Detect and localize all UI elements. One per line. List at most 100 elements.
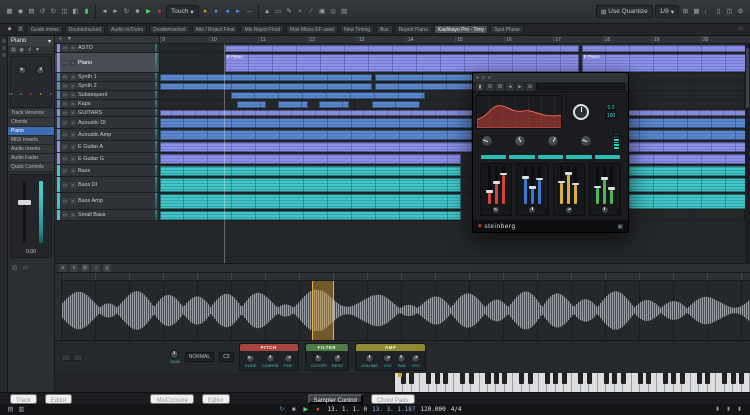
sampler-mode-button[interactable]: [61, 354, 71, 361]
status-stop-icon[interactable]: ■: [289, 404, 298, 415]
black-key[interactable]: [460, 373, 465, 384]
waveform-display[interactable]: [62, 281, 750, 340]
erase-tool-icon[interactable]: ×: [296, 6, 305, 17]
mute-button[interactable]: m: [62, 182, 68, 188]
grid-type-icon[interactable]: ▦: [692, 6, 701, 17]
clip[interactable]: [225, 45, 579, 52]
track-list-entry[interactable]: msSynth 2: [55, 82, 160, 90]
workspace-segment[interactable]: Alts / Reject Final: [192, 25, 239, 34]
clip[interactable]: [319, 101, 349, 108]
track-list-entry[interactable]: msBass DI: [55, 177, 160, 192]
workspace-segment[interactable]: Guide mixes: [27, 25, 63, 34]
plugin-preset-prev-icon[interactable]: ◄: [506, 83, 514, 91]
fader-handle[interactable]: [18, 200, 31, 205]
mute-button[interactable]: m: [62, 198, 68, 204]
inspector-section-audio-fader[interactable]: Audio Fader: [8, 154, 54, 163]
solo-button[interactable]: s: [70, 182, 76, 188]
monitor-button[interactable]: ▸: [37, 88, 46, 99]
slider-cap[interactable]: [565, 172, 572, 175]
mute-button[interactable]: m: [62, 83, 68, 89]
editor-zoom-icon[interactable]: ◎: [103, 264, 111, 272]
scrollbar-handle[interactable]: [746, 48, 749, 108]
lfo-knob[interactable]: [411, 354, 420, 363]
workspace-segment[interactable]: Spot Phase: [490, 25, 524, 34]
solo-button[interactable]: s: [70, 110, 76, 116]
sampler-rootkey-box[interactable]: C3: [219, 352, 233, 362]
inspector-pan-knob[interactable]: [36, 66, 45, 75]
zoom-tool-icon[interactable]: ◎: [329, 6, 338, 17]
black-key[interactable]: [553, 373, 558, 384]
nudge-left-icon[interactable]: ◄: [223, 6, 232, 17]
midi-out-indicator[interactable]: ▮: [724, 404, 733, 415]
band-knob[interactable]: [492, 206, 500, 214]
track-list-entry[interactable]: msGUITARS: [55, 109, 160, 116]
glide-knob[interactable]: [246, 354, 255, 363]
inspector-section-audio-inserts[interactable]: Audio Inserts: [8, 145, 54, 154]
track-list-entry[interactable]: msBass: [55, 165, 160, 176]
band-slider[interactable]: [574, 166, 577, 204]
black-key[interactable]: [671, 373, 676, 384]
track-list-entry[interactable]: msASTO: [55, 44, 160, 52]
color-tool-icon[interactable]: ▨: [340, 6, 349, 17]
band-slider[interactable]: [495, 166, 498, 204]
clip[interactable]: [160, 110, 747, 116]
plugin-read-icon[interactable]: R: [486, 83, 494, 91]
clip[interactable]: [231, 92, 426, 99]
black-key[interactable]: [722, 373, 727, 384]
status-play-icon[interactable]: ▶: [301, 404, 310, 415]
track-lane[interactable]: E PianoE Piano: [160, 53, 750, 72]
metronome-icon[interactable]: ♩: [703, 6, 712, 17]
band-knob[interactable]: [601, 206, 609, 214]
workspace-segment[interactable]: Max Mixes EF used: [286, 25, 338, 34]
track-lane[interactable]: [160, 117, 750, 128]
volume-knob[interactable]: [365, 354, 374, 363]
band-slider[interactable]: [538, 166, 541, 204]
slider-cap[interactable]: [493, 181, 500, 184]
cycle-icon[interactable]: ↻: [122, 6, 131, 17]
mute-button[interactable]: m: [62, 156, 68, 162]
midi-monitor-icon[interactable]: ▯: [714, 6, 723, 17]
clip[interactable]: [160, 211, 461, 220]
editor-snap-icon[interactable]: ⊞: [81, 264, 89, 272]
track-list-entry[interactable]: msSynth 1: [55, 73, 160, 81]
strip-handle-icon[interactable]: [2, 53, 6, 57]
mute-button[interactable]: m: [62, 60, 68, 66]
forward-icon[interactable]: ►: [111, 6, 120, 17]
track-lane[interactable]: [160, 153, 750, 164]
zone-tab-sampler-control[interactable]: Sampler Control: [308, 394, 363, 404]
black-key[interactable]: [435, 373, 440, 384]
solo-button[interactable]: s: [70, 132, 76, 138]
window-layout-icon[interactable]: ◫: [60, 6, 69, 17]
black-key[interactable]: [680, 373, 685, 384]
solo-button[interactable]: s: [70, 60, 76, 66]
mute-button[interactable]: m: [62, 92, 68, 98]
coarse-knob[interactable]: [266, 354, 275, 363]
status-menu-icon[interactable]: ▤: [6, 404, 15, 415]
filter-tracks-icon[interactable]: ▼: [66, 36, 73, 43]
inspector-header[interactable]: Piano ▾: [8, 36, 54, 46]
editor-edit-icon[interactable]: e: [59, 264, 67, 272]
snap-icon[interactable]: ⊞: [681, 6, 690, 17]
track-list-entry[interactable]: msE Guitar A: [55, 141, 160, 152]
musical-mode-icon[interactable]: ♪: [92, 264, 100, 272]
vertical-scrollbar[interactable]: [745, 44, 750, 263]
plugin-main-knob[interactable]: [573, 104, 589, 120]
inspector-section-midi-inserts[interactable]: MIDI Inserts: [8, 136, 54, 145]
overview-toggle-icon[interactable]: ▭: [736, 24, 745, 35]
editor-solo-icon[interactable]: s: [70, 264, 78, 272]
clip[interactable]: E Piano: [582, 54, 747, 72]
reso-knob[interactable]: [333, 354, 342, 363]
track-list-entry[interactable]: msBass Amp: [55, 193, 160, 209]
plugin-titlebar[interactable]: [473, 73, 628, 82]
stop-icon[interactable]: ■: [133, 6, 142, 17]
black-key[interactable]: [621, 373, 626, 384]
black-key[interactable]: [578, 373, 583, 384]
sampler-loop-button[interactable]: [73, 354, 83, 361]
clip[interactable]: E Piano: [225, 54, 579, 72]
solo-button[interactable]: s: [70, 198, 76, 204]
plugin-band-button[interactable]: [595, 155, 620, 159]
mute-button[interactable]: m: [62, 101, 68, 107]
track-list-entry[interactable]: msE Guitar G: [55, 153, 160, 164]
strip-handle-icon[interactable]: [2, 39, 6, 43]
band-slider[interactable]: [524, 166, 527, 204]
